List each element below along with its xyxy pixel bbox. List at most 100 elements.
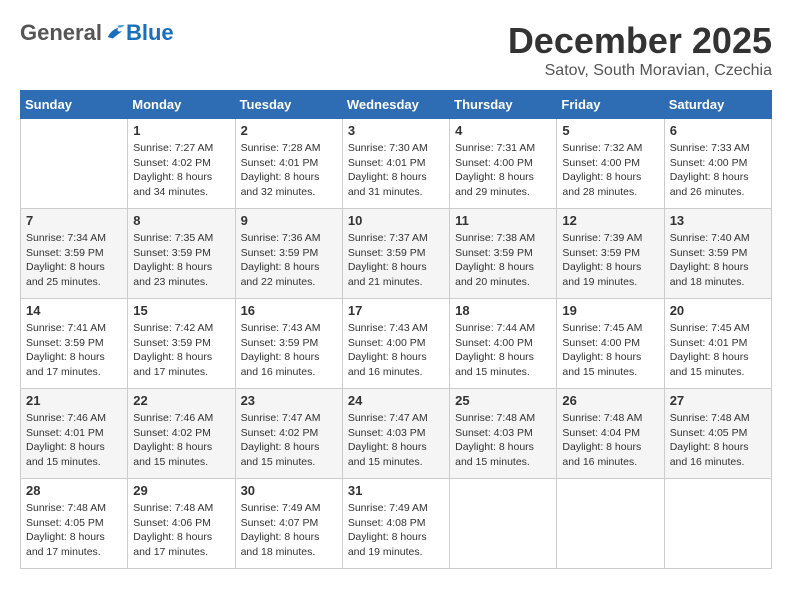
calendar-week-row: 14 Sunrise: 7:41 AMSunset: 3:59 PMDayligh… (21, 299, 772, 389)
day-info: Sunrise: 7:47 AMSunset: 4:02 PMDaylight:… (241, 411, 337, 470)
day-number: 26 (562, 393, 658, 408)
day-number: 1 (133, 123, 229, 138)
calendar-cell: 31 Sunrise: 7:49 AMSunset: 4:08 PMDayligh… (342, 479, 449, 569)
day-number: 24 (348, 393, 444, 408)
day-info: Sunrise: 7:45 AMSunset: 4:01 PMDaylight:… (670, 321, 766, 380)
day-info: Sunrise: 7:42 AMSunset: 3:59 PMDaylight:… (133, 321, 229, 380)
logo-blue-text: Blue (126, 20, 174, 46)
calendar-cell (450, 479, 557, 569)
day-number: 16 (241, 303, 337, 318)
calendar-cell: 28 Sunrise: 7:48 AMSunset: 4:05 PMDayligh… (21, 479, 128, 569)
calendar-cell: 5Sunrise: 7:32 AMSunset: 4:00 PMDaylight… (557, 119, 664, 209)
day-info: Sunrise: 7:48 AMSunset: 4:05 PMDaylight:… (26, 501, 122, 560)
calendar-cell: 11 Sunrise: 7:38 AMSunset: 3:59 PMDayligh… (450, 209, 557, 299)
day-number: 27 (670, 393, 766, 408)
day-info: Sunrise: 7:31 AMSunset: 4:00 PMDaylight:… (455, 141, 551, 200)
page-header: General Blue December 2025 Satov, South … (20, 20, 772, 80)
day-info: Sunrise: 7:46 AMSunset: 4:01 PMDaylight:… (26, 411, 122, 470)
day-info: Sunrise: 7:37 AMSunset: 3:59 PMDaylight:… (348, 231, 444, 290)
calendar-cell: 13 Sunrise: 7:40 AMSunset: 3:59 PMDayligh… (664, 209, 771, 299)
calendar-cell: 20 Sunrise: 7:45 AMSunset: 4:01 PMDayligh… (664, 299, 771, 389)
day-number: 21 (26, 393, 122, 408)
day-info: Sunrise: 7:49 AMSunset: 4:07 PMDaylight:… (241, 501, 337, 560)
calendar-week-row: 28 Sunrise: 7:48 AMSunset: 4:05 PMDayligh… (21, 479, 772, 569)
day-info: Sunrise: 7:43 AMSunset: 4:00 PMDaylight:… (348, 321, 444, 380)
day-info: Sunrise: 7:48 AMSunset: 4:03 PMDaylight:… (455, 411, 551, 470)
calendar-cell: 8 Sunrise: 7:35 AMSunset: 3:59 PMDaylight… (128, 209, 235, 299)
day-number: 15 (133, 303, 229, 318)
calendar-cell: 24 Sunrise: 7:47 AMSunset: 4:03 PMDayligh… (342, 389, 449, 479)
day-info: Sunrise: 7:41 AMSunset: 3:59 PMDaylight:… (26, 321, 122, 380)
calendar-cell: 22 Sunrise: 7:46 AMSunset: 4:02 PMDayligh… (128, 389, 235, 479)
day-info: Sunrise: 7:48 AMSunset: 4:04 PMDaylight:… (562, 411, 658, 470)
calendar-cell (21, 119, 128, 209)
day-info: Sunrise: 7:49 AMSunset: 4:08 PMDaylight:… (348, 501, 444, 560)
day-number: 6 (670, 123, 766, 138)
calendar-cell (557, 479, 664, 569)
day-number: 8 (133, 213, 229, 228)
weekday-header-wednesday: Wednesday (342, 91, 449, 119)
calendar-cell: 12Sunrise: 7:39 AMSunset: 3:59 PMDayligh… (557, 209, 664, 299)
day-info: Sunrise: 7:44 AMSunset: 4:00 PMDaylight:… (455, 321, 551, 380)
day-info: Sunrise: 7:47 AMSunset: 4:03 PMDaylight:… (348, 411, 444, 470)
day-info: Sunrise: 7:43 AMSunset: 3:59 PMDaylight:… (241, 321, 337, 380)
day-number: 4 (455, 123, 551, 138)
day-number: 9 (241, 213, 337, 228)
calendar-week-row: 7Sunrise: 7:34 AMSunset: 3:59 PMDaylight… (21, 209, 772, 299)
day-number: 18 (455, 303, 551, 318)
day-info: Sunrise: 7:46 AMSunset: 4:02 PMDaylight:… (133, 411, 229, 470)
weekday-header-friday: Friday (557, 91, 664, 119)
day-number: 25 (455, 393, 551, 408)
logo-general-text: General (20, 20, 102, 46)
calendar-cell: 9Sunrise: 7:36 AMSunset: 3:59 PMDaylight… (235, 209, 342, 299)
day-info: Sunrise: 7:40 AMSunset: 3:59 PMDaylight:… (670, 231, 766, 290)
day-number: 29 (133, 483, 229, 498)
day-number: 22 (133, 393, 229, 408)
day-number: 14 (26, 303, 122, 318)
calendar-cell: 29Sunrise: 7:48 AMSunset: 4:06 PMDayligh… (128, 479, 235, 569)
day-number: 13 (670, 213, 766, 228)
calendar-cell: 27 Sunrise: 7:48 AMSunset: 4:05 PMDayligh… (664, 389, 771, 479)
title-area: December 2025 Satov, South Moravian, Cze… (508, 20, 772, 80)
calendar-cell: 6 Sunrise: 7:33 AMSunset: 4:00 PMDaylight… (664, 119, 771, 209)
day-number: 17 (348, 303, 444, 318)
calendar-cell: 30 Sunrise: 7:49 AMSunset: 4:07 PMDayligh… (235, 479, 342, 569)
day-number: 20 (670, 303, 766, 318)
weekday-header-row: SundayMondayTuesdayWednesdayThursdayFrid… (21, 91, 772, 119)
day-number: 31 (348, 483, 444, 498)
calendar-cell: 14 Sunrise: 7:41 AMSunset: 3:59 PMDayligh… (21, 299, 128, 389)
logo-bird-icon (104, 22, 126, 44)
day-info: Sunrise: 7:38 AMSunset: 3:59 PMDaylight:… (455, 231, 551, 290)
calendar-cell: 4 Sunrise: 7:31 AMSunset: 4:00 PMDaylight… (450, 119, 557, 209)
day-number: 11 (455, 213, 551, 228)
day-info: Sunrise: 7:33 AMSunset: 4:00 PMDaylight:… (670, 141, 766, 200)
calendar-cell: 15 Sunrise: 7:42 AMSunset: 3:59 PMDayligh… (128, 299, 235, 389)
calendar-week-row: 21 Sunrise: 7:46 AMSunset: 4:01 PMDayligh… (21, 389, 772, 479)
day-info: Sunrise: 7:35 AMSunset: 3:59 PMDaylight:… (133, 231, 229, 290)
calendar-cell: 7Sunrise: 7:34 AMSunset: 3:59 PMDaylight… (21, 209, 128, 299)
calendar-cell: 26 Sunrise: 7:48 AMSunset: 4:04 PMDayligh… (557, 389, 664, 479)
day-number: 2 (241, 123, 337, 138)
weekday-header-tuesday: Tuesday (235, 91, 342, 119)
calendar-cell: 19 Sunrise: 7:45 AMSunset: 4:00 PMDayligh… (557, 299, 664, 389)
day-number: 10 (348, 213, 444, 228)
calendar-cell (664, 479, 771, 569)
weekday-header-saturday: Saturday (664, 91, 771, 119)
day-number: 7 (26, 213, 122, 228)
day-number: 19 (562, 303, 658, 318)
calendar-cell: 23 Sunrise: 7:47 AMSunset: 4:02 PMDayligh… (235, 389, 342, 479)
calendar-cell: 21 Sunrise: 7:46 AMSunset: 4:01 PMDayligh… (21, 389, 128, 479)
calendar-cell: 17 Sunrise: 7:43 AMSunset: 4:00 PMDayligh… (342, 299, 449, 389)
day-number: 23 (241, 393, 337, 408)
calendar-cell: 18 Sunrise: 7:44 AMSunset: 4:00 PMDayligh… (450, 299, 557, 389)
day-number: 28 (26, 483, 122, 498)
day-info: Sunrise: 7:45 AMSunset: 4:00 PMDaylight:… (562, 321, 658, 380)
day-info: Sunrise: 7:30 AMSunset: 4:01 PMDaylight:… (348, 141, 444, 200)
calendar-table: SundayMondayTuesdayWednesdayThursdayFrid… (20, 90, 772, 569)
weekday-header-thursday: Thursday (450, 91, 557, 119)
calendar-cell: 25 Sunrise: 7:48 AMSunset: 4:03 PMDayligh… (450, 389, 557, 479)
calendar-cell: 1Sunrise: 7:27 AMSunset: 4:02 PMDaylight… (128, 119, 235, 209)
day-info: Sunrise: 7:28 AMSunset: 4:01 PMDaylight:… (241, 141, 337, 200)
day-number: 30 (241, 483, 337, 498)
day-info: Sunrise: 7:48 AMSunset: 4:05 PMDaylight:… (670, 411, 766, 470)
